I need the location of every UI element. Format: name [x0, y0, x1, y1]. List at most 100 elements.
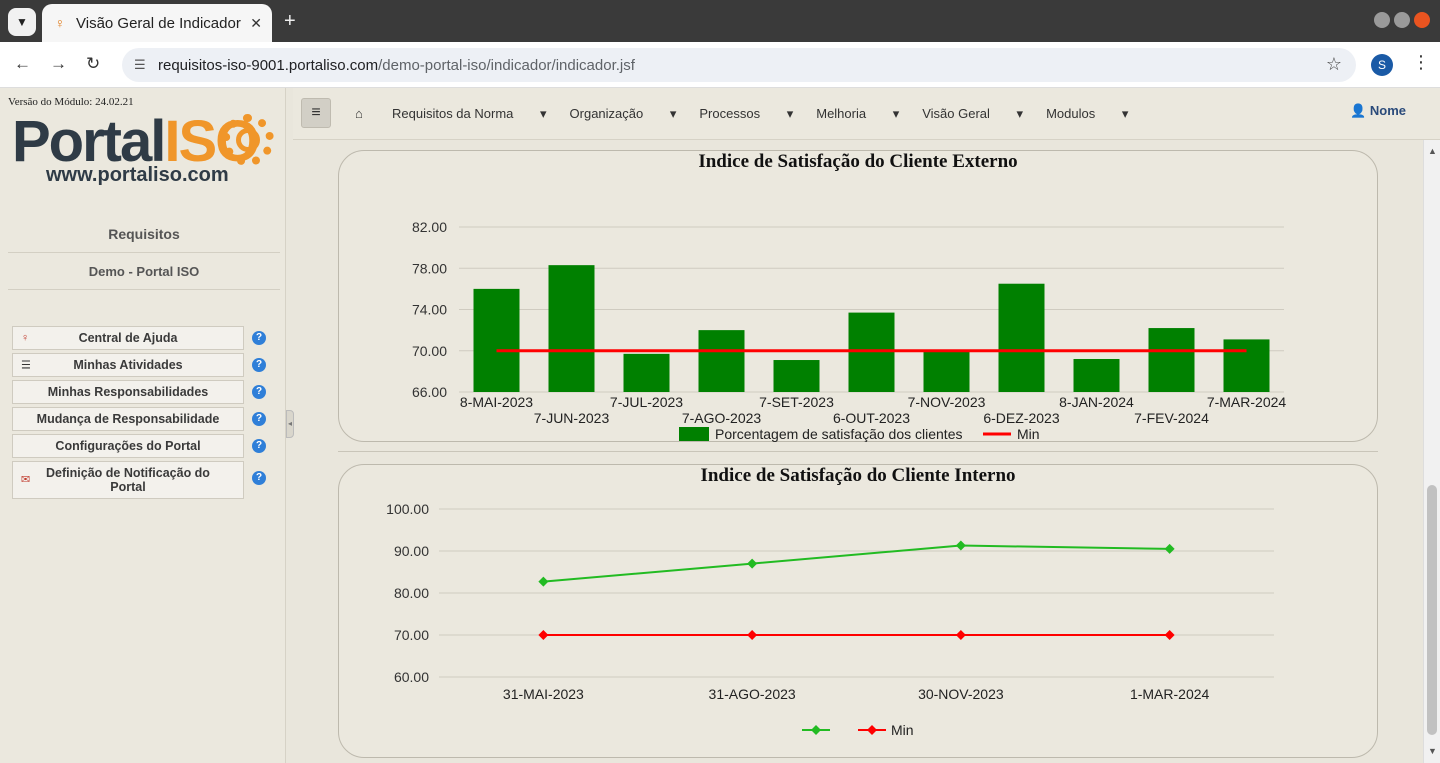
nav-item-visao-geral[interactable]: Visão Geral ▾: [922, 106, 1023, 122]
x-tick-label: 31-AGO-2023: [709, 686, 796, 702]
logo-url: www.portaliso.com: [46, 164, 229, 186]
minimize-button[interactable]: [1374, 12, 1390, 28]
main-content: Indice de Satisfação do Cliente Externo …: [293, 140, 1423, 763]
user-icon: 👤: [1350, 103, 1367, 118]
bar: [548, 265, 595, 392]
y-tick-label: 82.00: [412, 219, 447, 235]
sidebar-item-minhas-responsabilidades[interactable]: Minhas Responsabilidades: [12, 380, 244, 404]
nav-label: Modulos: [1046, 106, 1096, 121]
sidebar-heading: Requisitos: [8, 226, 280, 253]
help-icon[interactable]: ?: [252, 358, 266, 372]
nav-item-processos[interactable]: Processos ▾: [699, 106, 793, 122]
nav-label: Melhoria: [816, 106, 867, 121]
forward-icon[interactable]: →: [50, 54, 67, 74]
divider: [338, 451, 1378, 452]
tab-search-button[interactable]: ▼: [8, 8, 36, 36]
data-point: [955, 540, 966, 551]
help-icon[interactable]: ?: [252, 439, 266, 453]
y-tick-label: 74.00: [412, 302, 447, 318]
chart-panel-external: Indice de Satisfação do Cliente Externo …: [338, 150, 1378, 442]
bar: [1223, 339, 1270, 392]
x-tick-label: 7-NOV-2023: [908, 394, 986, 410]
legend-swatch-bars: [679, 427, 709, 441]
user-menu[interactable]: 👤 Nome: [1350, 103, 1406, 119]
help-icon[interactable]: ?: [252, 331, 266, 345]
nav-label: Requisitos da Norma: [392, 106, 514, 121]
bar-chart-external: 82.00 78.00 74.00 70.00 66.00 8-MAI-20237-JUN…: [412, 219, 1286, 442]
data-point: [1164, 630, 1175, 640]
tab-title: Visão Geral de Indicador: [76, 14, 241, 32]
nav-label: Visão Geral: [922, 106, 990, 121]
y-tick-label: 70.00: [394, 627, 429, 643]
data-point: [538, 576, 549, 587]
home-icon[interactable]: ⌂: [355, 106, 363, 121]
page-scrollbar[interactable]: ▲ ▼: [1423, 140, 1440, 763]
nav-menu: Requisitos da Norma ▾ Organização ▾ Proc…: [392, 106, 1151, 122]
new-tab-button[interactable]: +: [284, 10, 296, 33]
y-tick-label: 100.00: [386, 501, 429, 517]
bar: [923, 349, 970, 392]
x-tick-label: 8-MAI-2023: [460, 394, 533, 410]
nav-item-organizacao[interactable]: Organização ▾: [570, 106, 677, 122]
x-tick-label: 7-FEV-2024: [1134, 410, 1209, 426]
scroll-down-arrow[interactable]: ▼: [1428, 746, 1437, 756]
bulb-icon: [236, 128, 260, 152]
url-input[interactable]: ☰ requisitos-iso-9001.portaliso.com/demo…: [122, 48, 1356, 82]
help-icon[interactable]: ?: [252, 385, 266, 399]
x-tick-label: 6-OUT-2023: [833, 410, 910, 426]
sidebar-item-label: Definição de Notificação do Portal: [46, 466, 210, 494]
bookmark-star-icon[interactable]: ☆: [1326, 54, 1342, 75]
sidebar-item-minhas-atividades[interactable]: ☰ Minhas Atividades: [12, 353, 244, 377]
back-icon[interactable]: ←: [14, 54, 31, 74]
data-point: [538, 630, 549, 640]
maximize-button[interactable]: [1394, 12, 1410, 28]
y-tick-label: 80.00: [394, 585, 429, 601]
sidebar-item-label: Minhas Atividades: [73, 358, 183, 372]
chart-panel-internal: Indice de Satisfação do Cliente Interno …: [338, 464, 1378, 758]
help-icon[interactable]: ?: [252, 471, 266, 485]
url-path: /demo-portal-iso/indicador/indicador.jsf: [378, 56, 635, 74]
browser-tab[interactable]: ♀ Visão Geral de Indicador ✕: [42, 4, 272, 42]
y-tick-label: 78.00: [412, 260, 447, 276]
nav-item-requisitos-da-norma[interactable]: Requisitos da Norma ▾: [392, 106, 547, 122]
sidebar-item-label: Minhas Responsabilidades: [47, 385, 209, 399]
data-point: [747, 558, 758, 569]
help-icon[interactable]: ?: [252, 412, 266, 426]
close-tab-icon[interactable]: ✕: [250, 15, 262, 32]
data-point: [955, 630, 966, 640]
scrollbar-thumb[interactable]: [1427, 485, 1437, 735]
bar: [1148, 328, 1195, 392]
sidebar-item-mudanca-de-responsabilidade[interactable]: Mudança de Responsabilidade: [12, 407, 244, 431]
site-settings-icon[interactable]: ☰: [134, 57, 146, 73]
x-tick-label: 7-JUN-2023: [534, 410, 610, 426]
sidebar-item-configuracoes-do-portal[interactable]: Configurações do Portal: [12, 434, 244, 458]
legend-label-min: Min: [1017, 426, 1040, 442]
x-tick-label: 7-JUL-2023: [610, 394, 683, 410]
sidebar-item-definicao-de-notificacao[interactable]: ✉ Definição de Notificação do Portal: [12, 461, 244, 499]
menu-toggle-button[interactable]: ≡: [301, 98, 331, 128]
browser-tab-bar: ▼ ♀ Visão Geral de Indicador ✕ +: [0, 0, 1440, 42]
x-tick-label: 8-JAN-2024: [1059, 394, 1134, 410]
lightbulb-icon: ♀: [21, 332, 30, 344]
portaliso-logo[interactable]: PortalISO www.portaliso.com: [12, 112, 278, 190]
nav-item-melhoria[interactable]: Melhoria ▾: [816, 106, 899, 122]
scroll-up-arrow[interactable]: ▲: [1428, 146, 1437, 156]
bar: [998, 283, 1045, 392]
window-controls: [1374, 12, 1430, 28]
sidebar-item-label: Central de Ajuda: [78, 331, 178, 345]
browser-menu-icon[interactable]: ⋮: [1412, 52, 1430, 73]
user-name: Nome: [1369, 103, 1406, 118]
reload-icon[interactable]: ↻: [86, 54, 100, 74]
envelope-icon: ✉: [21, 474, 31, 486]
bar: [848, 312, 895, 392]
nav-item-modulos[interactable]: Modulos ▾: [1046, 106, 1128, 122]
sidebar-item-label: Configurações do Portal: [55, 439, 201, 453]
profile-avatar[interactable]: S: [1371, 54, 1393, 76]
nav-label: Processos: [699, 106, 761, 121]
legend-label-bars: Porcentagem de satisfação dos clientes: [715, 426, 962, 442]
sidebar-item-central-de-ajuda[interactable]: ♀ Central de Ajuda: [12, 326, 244, 350]
x-tick-label: 6-DEZ-2023: [983, 410, 1059, 426]
close-window-button[interactable]: [1414, 12, 1430, 28]
sidebar-item-label: Mudança de Responsabilidade: [36, 412, 220, 426]
nav-label: Organização: [569, 106, 644, 121]
